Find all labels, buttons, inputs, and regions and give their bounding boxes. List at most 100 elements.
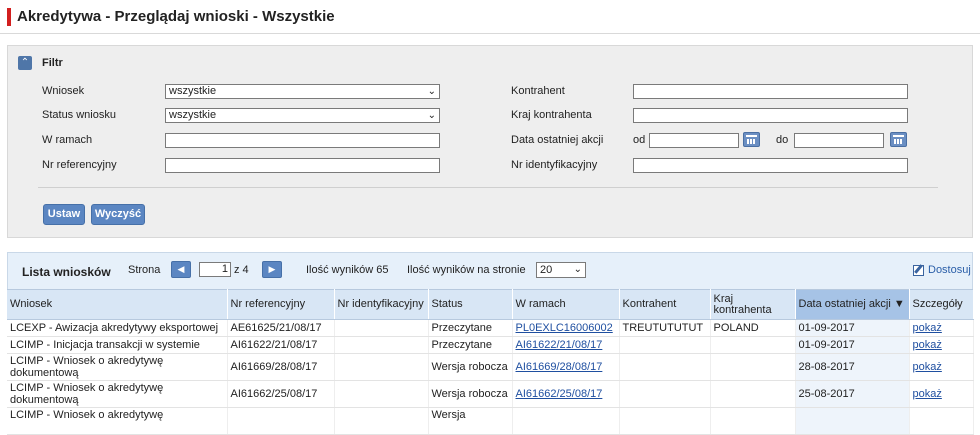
cell-w-ramach: PL0EXLC16006002 [512, 319, 620, 337]
status-label: Status wniosku [42, 109, 116, 121]
arrow-left-icon[interactable]: ◀ [171, 261, 191, 278]
data-akcji-label: Data ostatniej akcji [511, 134, 604, 146]
data-do-input[interactable] [794, 133, 884, 148]
nr-identyfikacyjny-input[interactable] [633, 158, 908, 173]
data-od-input[interactable] [649, 133, 739, 148]
column-header-kontrahent[interactable]: Kontrahent [619, 289, 711, 320]
table-row: LCEXP - Awizacja akredytywy eksportowej … [7, 319, 974, 337]
cell-kontrahent [619, 353, 711, 381]
arrow-right-icon[interactable]: ▶ [262, 261, 282, 278]
ustaw-button[interactable]: Ustaw [43, 204, 85, 225]
status-select[interactable]: wszystkie ⌄ [165, 108, 440, 123]
cell-w-ramach: AI61662/25/08/17 [512, 380, 620, 408]
cell-nr-referencyjny: AI61622/21/08/17 [227, 336, 335, 354]
data-do-label: do [776, 134, 789, 146]
w-ramach-link[interactable]: PL0EXLC16006002 [516, 322, 613, 334]
kraj-kontrahenta-label: Kraj kontrahenta [511, 109, 592, 121]
w-ramach-label: W ramach [42, 134, 93, 146]
per-page-value: 20 [540, 264, 553, 276]
dostosuj-link[interactable]: Dostosuj [928, 264, 971, 276]
strona-label: Strona [128, 264, 161, 276]
kraj-kontrahenta-input[interactable] [633, 108, 908, 123]
w-ramach-link[interactable]: AI61662/25/08/17 [516, 388, 603, 400]
nr-identyfikacyjny-label: Nr identyfikacyjny [511, 159, 598, 171]
filter-divider [38, 187, 938, 188]
chevron-down-icon: ⌄ [573, 264, 582, 275]
cell-data: 01-09-2017 [795, 319, 910, 337]
results-count: Ilość wyników 65 [306, 264, 389, 276]
nr-referencyjny-input[interactable] [165, 158, 440, 173]
nr-referencyjny-label: Nr referencyjny [42, 159, 117, 171]
list-title: Lista wniosków [22, 265, 111, 279]
cell-status: Wersja robocza [428, 353, 513, 381]
status-select-value: wszystkie [169, 109, 217, 121]
cell-szczegoly: pokaż [909, 380, 974, 408]
filter-panel: ⌃ Filtr Wniosek wszystkie ⌄ Status wnios… [7, 45, 973, 238]
cell-wniosek: LCIMP - Inicjacja transakcji w systemie [7, 336, 228, 354]
column-header-nr-referencyjny[interactable]: Nr referencyjny [227, 289, 335, 320]
double-chevron-up-icon[interactable]: ⌃ [18, 56, 32, 70]
cell-kontrahent [619, 336, 711, 354]
cell-nr-identyfikacyjny [334, 407, 429, 435]
cell-szczegoly [909, 407, 974, 435]
cell-nr-identyfikacyjny [334, 380, 429, 408]
column-header-kraj-kontrahenta[interactable]: Kraj kontrahenta [710, 289, 796, 320]
pokaz-link[interactable]: pokaż [913, 388, 942, 400]
table-header-row: Wniosek Nr referencyjny Nr identyfikacyj… [7, 289, 974, 320]
cell-status: Wersja robocza [428, 380, 513, 408]
kontrahent-input[interactable] [633, 84, 908, 99]
filter-title: Filtr [42, 57, 63, 69]
cell-wniosek: LCEXP - Awizacja akredytywy eksportowej [7, 319, 228, 337]
w-ramach-link[interactable]: AI61622/21/08/17 [516, 339, 603, 351]
cell-szczegoly: pokaż [909, 353, 974, 381]
cell-w-ramach [512, 407, 620, 435]
title-accent-bar [7, 8, 11, 26]
cell-w-ramach: AI61669/28/08/17 [512, 353, 620, 381]
per-page-select[interactable]: 20 ⌄ [536, 262, 586, 278]
cell-wniosek: LCIMP - Wniosek o akredytywę [7, 407, 228, 435]
table-row: LCIMP - Wniosek o akredytywę dokumentową… [7, 380, 974, 408]
table-row: LCIMP - Wniosek o akredytywę Wersja [7, 407, 974, 435]
wniosek-select[interactable]: wszystkie ⌄ [165, 84, 440, 99]
column-header-w-ramach[interactable]: W ramach [512, 289, 620, 320]
calendar-icon[interactable] [890, 132, 907, 147]
cell-data: 01-09-2017 [795, 336, 910, 354]
page-number-input[interactable]: 1 [199, 262, 231, 277]
per-page-label: Ilość wyników na stronie [407, 264, 526, 276]
cell-nr-identyfikacyjny [334, 353, 429, 381]
data-od-label: od [633, 134, 646, 146]
cell-nr-referencyjny: AI61662/25/08/17 [227, 380, 335, 408]
pokaz-link[interactable]: pokaż [913, 322, 942, 334]
cell-data: 25-08-2017 [795, 380, 910, 408]
cell-kraj [710, 353, 796, 381]
pokaz-link[interactable]: pokaż [913, 339, 942, 351]
cell-kontrahent: TREUTUTUTUT [619, 319, 711, 337]
page-header: Akredytywa - Przeglądaj wnioski - Wszyst… [0, 0, 980, 34]
page-title: Akredytywa - Przeglądaj wnioski - Wszyst… [17, 8, 335, 25]
list-header: Lista wniosków Strona ◀ 1 z 4 ▶ Ilość wy… [7, 252, 973, 289]
cell-kraj [710, 336, 796, 354]
cell-kontrahent [619, 380, 711, 408]
table-row: LCIMP - Wniosek o akredytywę dokumentową… [7, 353, 974, 381]
pokaz-link[interactable]: pokaż [913, 361, 942, 373]
w-ramach-link[interactable]: AI61669/28/08/17 [516, 361, 603, 373]
cell-szczegoly: pokaż [909, 319, 974, 337]
cell-kraj [710, 407, 796, 435]
column-header-data-ostatniej-akcji[interactable]: Data ostatniej akcji ▼ [795, 289, 910, 320]
cell-kraj [710, 380, 796, 408]
edit-icon[interactable] [913, 265, 924, 276]
cell-nr-referencyjny: AE61625/21/08/17 [227, 319, 335, 337]
w-ramach-input[interactable] [165, 133, 440, 148]
column-header-wniosek[interactable]: Wniosek [7, 289, 228, 320]
cell-nr-referencyjny [227, 407, 335, 435]
column-header-status[interactable]: Status [428, 289, 513, 320]
wyczysc-button[interactable]: Wyczyść [91, 204, 145, 225]
calendar-icon[interactable] [743, 132, 760, 147]
cell-kontrahent [619, 407, 711, 435]
column-header-szczegoly[interactable]: Szczegóły [909, 289, 974, 320]
cell-w-ramach: AI61622/21/08/17 [512, 336, 620, 354]
cell-wniosek: LCIMP - Wniosek o akredytywę dokumentową [7, 353, 228, 381]
column-header-nr-identyfikacyjny[interactable]: Nr identyfikacyjny [334, 289, 429, 320]
cell-nr-referencyjny: AI61669/28/08/17 [227, 353, 335, 381]
cell-szczegoly: pokaż [909, 336, 974, 354]
